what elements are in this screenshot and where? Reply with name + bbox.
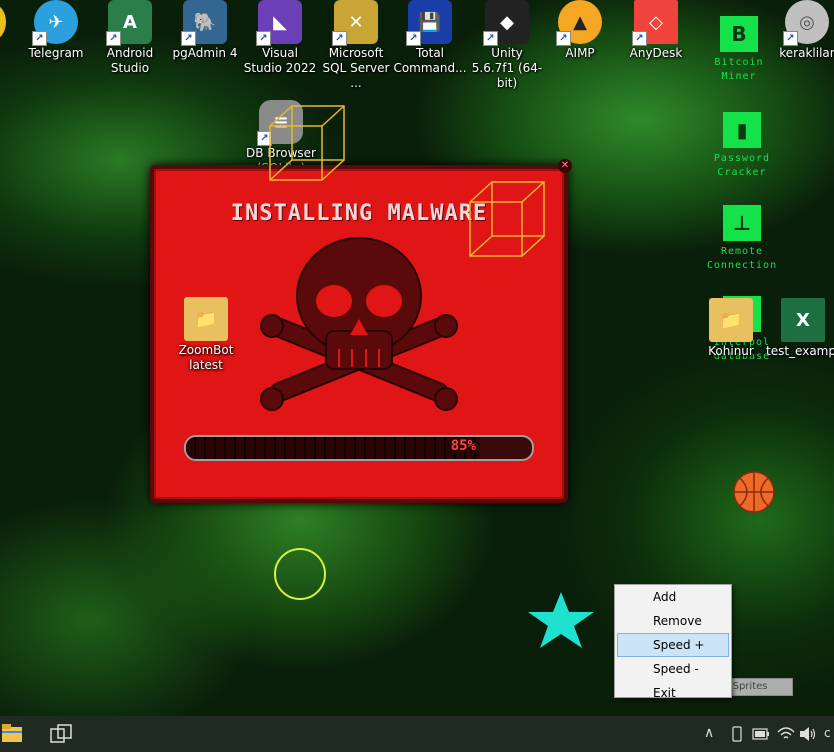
- partial-icon: [0, 4, 6, 40]
- shortcut-label: AIMP: [565, 46, 595, 60]
- menu-item-add[interactable]: Add: [617, 585, 729, 609]
- task-view-icon[interactable]: [50, 724, 72, 744]
- hacker-icon-label: Bitcoin Miner: [714, 57, 764, 82]
- progress-percent: 85%: [450, 438, 476, 454]
- menu-item-speed-plus[interactable]: Speed +: [617, 633, 729, 657]
- shortcut-label: Telegram: [28, 46, 84, 60]
- pgadmin-shortcut[interactable]: 🐘 ↗ pgAdmin 4: [168, 0, 242, 61]
- shortcut-label: ZoomBot latest: [178, 343, 234, 372]
- star-sprite: [528, 592, 594, 648]
- remote-connection-icon[interactable]: ⊥ Remote Connection: [702, 205, 782, 273]
- shortcut-label: Kohinur: [708, 344, 754, 358]
- visual-studio-shortcut[interactable]: ◣ ↗ Visual Studio 2022: [243, 0, 317, 76]
- circle-sprite: [274, 548, 326, 600]
- wifi-icon[interactable]: [777, 726, 795, 742]
- zoombot-folder[interactable]: 📁 ZoomBot latest: [169, 297, 243, 373]
- shortcut-label: keraklilar: [779, 46, 834, 60]
- hacker-icon-label: Remote Connection: [706, 246, 778, 271]
- shortcut-label: test_examp...: [766, 344, 834, 358]
- shortcut-label: Visual Studio 2022: [243, 46, 317, 75]
- password-cracker-icon[interactable]: ▮ Password Cracker: [702, 112, 782, 180]
- android-studio-icon: A ↗: [106, 0, 152, 46]
- sql-server-icon: ✕ ↗: [332, 0, 378, 46]
- pgadmin-icon: 🐘 ↗: [181, 0, 227, 46]
- password-tile-icon: ▮: [723, 112, 761, 148]
- file-explorer-icon[interactable]: [2, 724, 24, 744]
- visual-studio-icon: ◣ ↗: [256, 0, 302, 46]
- language-indicator[interactable]: c: [824, 726, 831, 740]
- telegram-icon: ✈ ↗: [32, 0, 78, 46]
- menu-item-remove[interactable]: Remove: [617, 609, 729, 633]
- unity-icon: ◆ ↗: [483, 0, 529, 46]
- disc-icon: ◎ ↗: [783, 0, 829, 46]
- anydesk-icon: ◇ ↗: [632, 0, 678, 46]
- unity-shortcut[interactable]: ◆ ↗ Unity 5.6.7f1 (64-bit): [470, 0, 544, 91]
- shortcut-label: Android Studio: [106, 46, 154, 75]
- test-example-file[interactable]: X test_examp...: [766, 298, 834, 359]
- telegram-shortcut[interactable]: ✈ ↗ Telegram: [19, 0, 93, 61]
- shortcut-label: Microsoft SQL Server ...: [322, 46, 390, 90]
- kohinur-folder[interactable]: 📁 Kohinur: [694, 298, 768, 359]
- remote-tile-icon: ⊥: [723, 205, 761, 241]
- aimp-icon: ▲ ↗: [556, 0, 602, 46]
- install-progress-bar: 85%: [184, 435, 534, 461]
- folder-icon: 📁: [709, 298, 753, 342]
- progress-fill: [186, 437, 481, 459]
- shortcut-label: Unity 5.6.7f1 (64-bit): [471, 46, 543, 90]
- menu-item-speed-minus[interactable]: Speed -: [617, 657, 729, 681]
- hacker-icon-label: Password Cracker: [713, 153, 771, 178]
- shortcut-label: AnyDesk: [629, 46, 683, 60]
- shortcut-label: Total Command...: [393, 46, 467, 75]
- shortcut-label: pgAdmin 4: [172, 46, 238, 60]
- keraklilar-shortcut[interactable]: ◎ ↗ keraklilar: [770, 0, 834, 61]
- sql-server-shortcut[interactable]: ✕ ↗ Microsoft SQL Server ...: [319, 0, 393, 91]
- basketball-sprite: [733, 471, 775, 513]
- bitcoin-tile-icon: B: [720, 16, 758, 52]
- bitcoin-miner-icon[interactable]: B Bitcoin Miner: [699, 16, 779, 84]
- close-icon[interactable]: ✕: [558, 159, 572, 173]
- phone-link-icon[interactable]: [730, 726, 744, 742]
- menu-item-exit[interactable]: Exit: [617, 681, 729, 705]
- wireframe-cube-sprite: [469, 181, 545, 257]
- anydesk-shortcut[interactable]: ◇ ↗ AnyDesk: [619, 0, 693, 61]
- aimp-shortcut[interactable]: ▲ ↗ AIMP: [543, 0, 617, 61]
- folder-icon: 📁: [184, 297, 228, 341]
- battery-icon[interactable]: [752, 728, 770, 740]
- skull-crossbones-icon: [260, 237, 458, 411]
- context-menu: Add Remove Speed + Speed - Exit: [614, 584, 732, 700]
- chevron-up-icon[interactable]: ∧: [704, 725, 714, 741]
- volume-icon[interactable]: [799, 726, 817, 742]
- android-studio-shortcut[interactable]: A ↗ Android Studio: [93, 0, 167, 76]
- excel-file-icon: X: [781, 298, 825, 342]
- taskbar: ∧ c: [0, 716, 834, 752]
- desktop: ✈ ↗ Telegram A ↗ Android Studio 🐘 ↗ pgAdmin…: [0, 0, 834, 716]
- total-commander-shortcut[interactable]: 💾 ↗ Total Command...: [393, 0, 467, 76]
- wireframe-cube-sprite: [269, 105, 345, 181]
- floppy-disk-icon: 💾 ↗: [406, 0, 452, 46]
